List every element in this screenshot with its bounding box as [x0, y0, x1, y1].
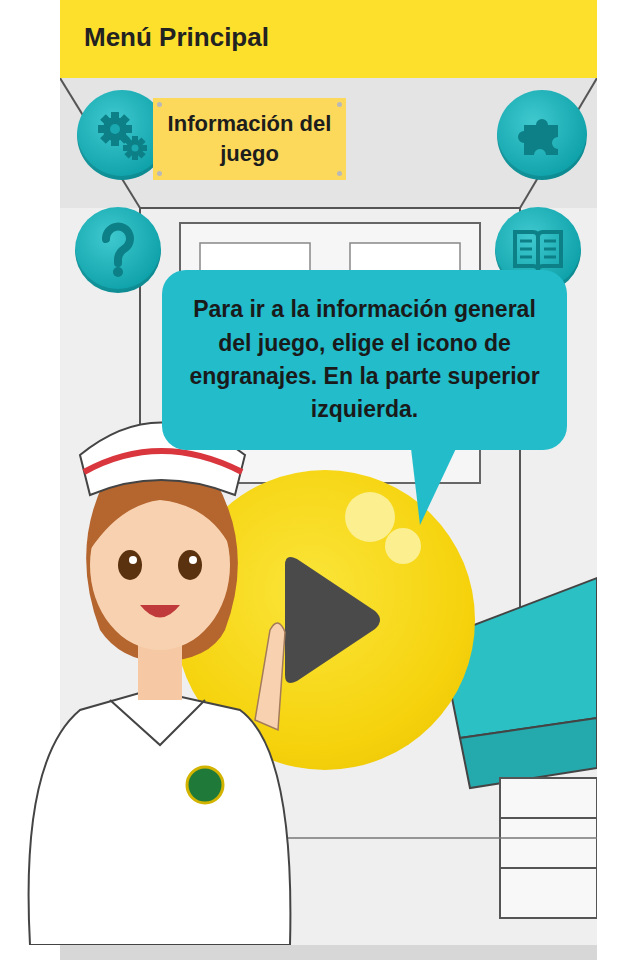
- game-info-label-text: Información del juego: [167, 109, 332, 168]
- book-button[interactable]: [495, 207, 581, 293]
- play-button[interactable]: [175, 470, 475, 770]
- ambulance-scene: [60, 78, 597, 945]
- bottom-strip: [60, 945, 597, 960]
- header-title: Menú Principal: [84, 22, 269, 53]
- main-menu-panel: Menú Principal: [60, 0, 597, 960]
- help-button[interactable]: [75, 207, 161, 293]
- ambulance-interior-icon: [60, 78, 597, 930]
- left-margin: [0, 0, 60, 960]
- nurse-character-icon: [10, 400, 310, 945]
- header-bar: Menú Principal: [60, 0, 597, 78]
- game-info-label: Información del juego: [153, 98, 346, 180]
- book-icon: [511, 226, 565, 274]
- pin: [157, 171, 162, 176]
- overlay-layer: Información del juego Para ir a la inform…: [0, 0, 640, 960]
- tutorial-message: Para ir a la información general del jue…: [182, 293, 547, 426]
- bubble-tail-icon: [400, 440, 470, 530]
- pin: [157, 102, 162, 107]
- question-icon: [93, 222, 143, 278]
- gear-icon: [90, 103, 154, 167]
- game-screen: Menú Principal: [0, 0, 640, 960]
- right-margin: [597, 0, 640, 960]
- settings-button[interactable]: [77, 90, 167, 180]
- play-icon: [255, 545, 395, 695]
- puzzle-button[interactable]: [497, 90, 587, 180]
- pin: [337, 171, 342, 176]
- puzzle-icon: [514, 107, 570, 163]
- speech-bubble: Para ir a la información general del jue…: [162, 270, 567, 450]
- pin: [337, 102, 342, 107]
